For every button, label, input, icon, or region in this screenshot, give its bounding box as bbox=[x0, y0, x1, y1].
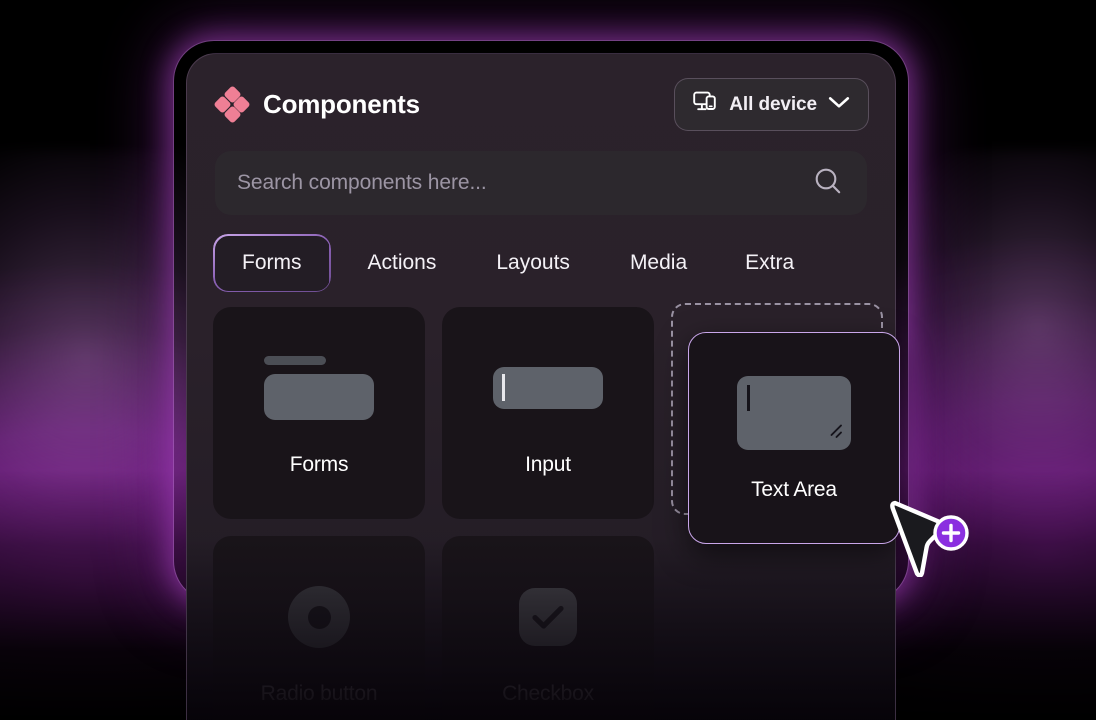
diamond-cluster-icon bbox=[213, 84, 251, 124]
page-title: Components bbox=[263, 89, 420, 119]
dragged-component-card-text-area[interactable]: Text Area bbox=[688, 332, 900, 544]
tab-forms[interactable]: Forms bbox=[213, 234, 331, 292]
panel-header: Components All device bbox=[187, 54, 895, 131]
component-grid-empty-slot bbox=[671, 536, 883, 720]
search-placeholder-text: Search components here... bbox=[237, 171, 487, 194]
tab-extra-label: Extra bbox=[745, 251, 795, 274]
dragged-card-label: Text Area bbox=[751, 478, 837, 501]
component-card-checkbox[interactable]: Checkbox bbox=[442, 536, 654, 720]
component-card-radio-button[interactable]: Radio button bbox=[213, 536, 425, 720]
screen-background: Components All device Search components … bbox=[0, 0, 1096, 720]
input-field-icon bbox=[493, 349, 603, 427]
component-card-forms[interactable]: Forms bbox=[213, 307, 425, 519]
tab-media-label: Media bbox=[629, 251, 688, 274]
category-tabs: Forms Actions Layouts Media Extra bbox=[187, 234, 895, 292]
tab-extra[interactable]: Extra bbox=[722, 241, 817, 285]
chevron-down-icon bbox=[828, 96, 850, 114]
component-card-label: Radio button bbox=[260, 682, 378, 705]
radio-button-icon bbox=[288, 578, 350, 656]
search-input[interactable]: Search components here... bbox=[215, 151, 867, 215]
plus-icon bbox=[933, 515, 969, 551]
component-card-label: Checkbox bbox=[502, 682, 594, 705]
tab-media[interactable]: Media bbox=[607, 241, 710, 285]
device-selector-dropdown[interactable]: All device bbox=[674, 78, 869, 131]
tab-forms-label: Forms bbox=[242, 251, 302, 274]
tab-actions[interactable]: Actions bbox=[345, 241, 460, 285]
monitor-phone-icon bbox=[693, 91, 718, 118]
checkbox-icon bbox=[519, 578, 577, 656]
search-icon[interactable] bbox=[813, 166, 843, 201]
brand: Components bbox=[213, 84, 420, 124]
component-card-input[interactable]: Input bbox=[442, 307, 654, 519]
tab-actions-label: Actions bbox=[367, 251, 437, 274]
device-selector-label: All device bbox=[729, 93, 817, 115]
text-area-icon bbox=[737, 374, 851, 452]
tab-layouts-label: Layouts bbox=[496, 251, 570, 274]
component-card-label: Input bbox=[525, 453, 571, 476]
component-card-label: Forms bbox=[289, 453, 349, 476]
form-block-icon bbox=[264, 349, 374, 427]
tab-layouts[interactable]: Layouts bbox=[473, 241, 593, 285]
